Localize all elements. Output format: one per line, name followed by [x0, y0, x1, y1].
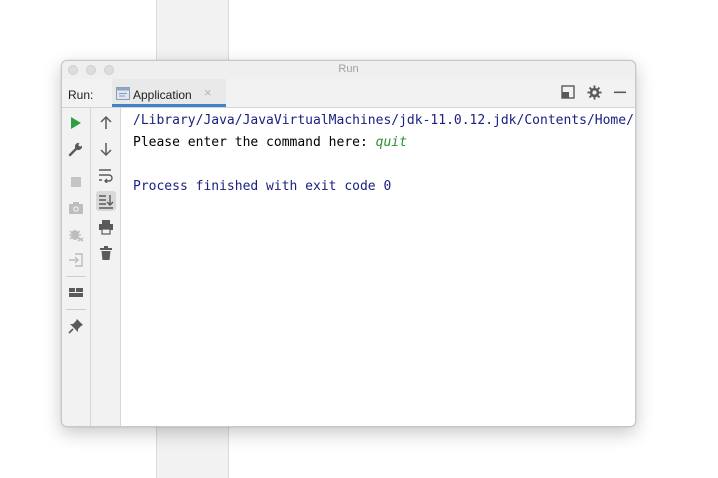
- exit-icon[interactable]: [66, 250, 86, 270]
- window-title: Run: [338, 63, 359, 75]
- toolbar-separator: [66, 276, 86, 277]
- tool-window-header: Run: Application ×: [62, 79, 635, 108]
- console-prompt: Please enter the command here:: [133, 135, 376, 150]
- print-icon[interactable]: [96, 217, 116, 237]
- tab-application[interactable]: Application ×: [112, 79, 226, 107]
- gear-icon[interactable]: [587, 85, 603, 101]
- arrow-down-icon[interactable]: [96, 139, 116, 159]
- wrench-icon[interactable]: [66, 139, 86, 159]
- camera-icon[interactable]: [66, 198, 86, 218]
- console-prompt-line: Please enter the command here: quit: [133, 135, 407, 151]
- run-icon[interactable]: [66, 113, 86, 133]
- left-toolbar: [62, 108, 91, 426]
- console-user-input: quit: [375, 135, 407, 150]
- close-tab-icon[interactable]: ×: [204, 86, 212, 100]
- title-bar: Run: [62, 61, 635, 79]
- pin-icon[interactable]: [66, 316, 86, 336]
- layout-icon[interactable]: [66, 283, 86, 303]
- stop-icon[interactable]: [66, 172, 86, 192]
- arrow-up-icon[interactable]: [96, 113, 116, 133]
- soft-wrap-icon[interactable]: [96, 165, 116, 185]
- layout-icon[interactable]: [561, 85, 577, 101]
- minimize-icon[interactable]: [613, 85, 629, 101]
- debug-icon[interactable]: [66, 224, 86, 244]
- scroll-to-end-icon[interactable]: [96, 191, 116, 211]
- toolbar-separator: [66, 309, 86, 310]
- console-exit-message: Process finished with exit code 0: [133, 179, 392, 194]
- tab-label: Application: [133, 88, 192, 102]
- console-output[interactable]: /Library/Java/JavaVirtualMachines/jdk-11…: [121, 108, 635, 426]
- run-label: Run:: [68, 88, 94, 102]
- console-command-line: /Library/Java/JavaVirtualMachines/jdk-11…: [133, 113, 635, 128]
- run-window: Run Run: Application × /Library/Java/Jav…: [61, 60, 636, 427]
- right-toolbar: [91, 108, 121, 426]
- application-icon: [116, 87, 130, 105]
- trash-icon[interactable]: [96, 243, 116, 263]
